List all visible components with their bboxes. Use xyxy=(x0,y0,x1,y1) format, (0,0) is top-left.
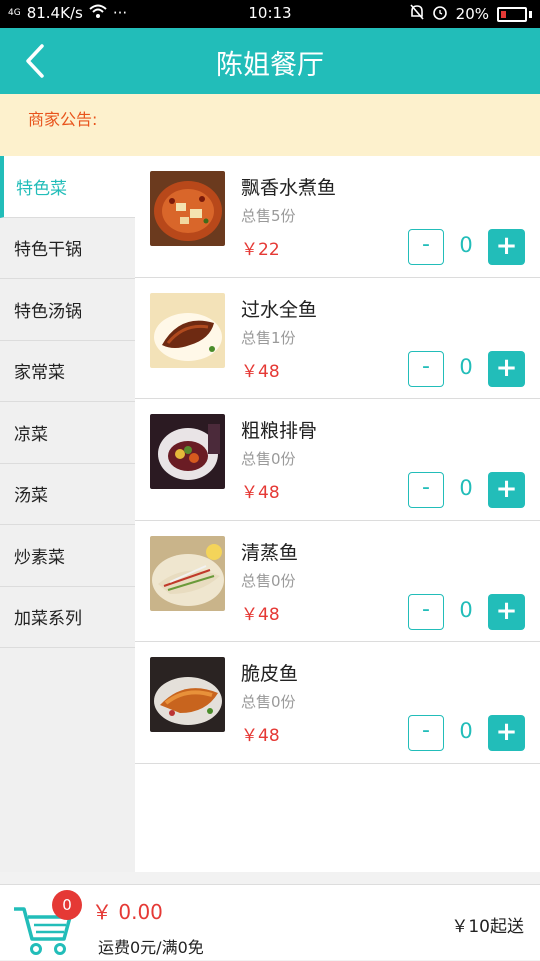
increase-button[interactable]: + xyxy=(488,350,525,387)
dish-price: ￥48 xyxy=(241,483,280,503)
increase-button[interactable]: + xyxy=(488,715,525,751)
dish-sold-count: 总售0份 xyxy=(241,693,296,711)
dish-price: ￥22 xyxy=(241,240,280,260)
category-item-特色干锅[interactable]: 特色干锅 xyxy=(0,218,135,279)
dish-quantity: 0 xyxy=(459,476,473,500)
category-item-特色菜[interactable]: 特色菜 xyxy=(0,156,135,218)
battery-icon xyxy=(497,6,527,22)
dish-item: 过水全鱼 总售1份 ￥48 - 0 + xyxy=(135,278,540,399)
dish-photo[interactable] xyxy=(150,292,225,368)
dish-name: 脆皮鱼 xyxy=(241,663,299,685)
merchant-notice-label: 商家公告: xyxy=(28,110,98,129)
dish-quantity: 0 xyxy=(459,233,473,257)
dish-sold-count: 总售0份 xyxy=(241,571,296,590)
decrease-button[interactable]: - xyxy=(408,350,444,387)
category-item-凉菜[interactable]: 凉菜 xyxy=(0,402,135,464)
dish-sold-count: 总售0份 xyxy=(241,450,296,468)
page-title: 陈姐餐厅 xyxy=(216,50,324,81)
dish-sold-count: 总售1份 xyxy=(241,328,296,347)
dish-quantity: 0 xyxy=(459,719,473,743)
delivery-fee: 运费0元/满0免 xyxy=(98,938,204,957)
dish-item: 飘香水煮鱼 总售5份 ￥22 - 0 + xyxy=(135,156,540,278)
merchant-notice: 商家公告: xyxy=(0,94,540,156)
dish-sold-count: 总售5份 xyxy=(241,207,296,225)
dish-name: 清蒸鱼 xyxy=(241,541,299,564)
status-right: 20% xyxy=(410,4,532,24)
minimum-order[interactable]: ￥10起送 xyxy=(451,912,524,937)
dish-quantity: 0 xyxy=(459,354,473,379)
dish-name: 粗粮排骨 xyxy=(241,420,318,442)
decrease-button[interactable]: - xyxy=(408,715,444,751)
category-item-家常菜[interactable]: 家常菜 xyxy=(0,341,135,402)
dish-price: ￥48 xyxy=(241,361,280,382)
dish-photo[interactable] xyxy=(150,535,225,611)
cart-count-badge: 0 xyxy=(52,890,82,920)
dish-price: ￥48 xyxy=(241,726,280,746)
alarm-icon xyxy=(432,4,448,24)
dish-price: ￥48 xyxy=(241,604,280,625)
decrease-button[interactable]: - xyxy=(408,229,444,265)
dish-list: 飘香水煮鱼 总售5份 ￥22 - 0 + 过水全鱼 总售1份 ￥48 - 0 +… xyxy=(135,156,540,872)
status-bar: 4G 81.4K/s ··· 10:13 20% xyxy=(0,0,540,28)
dish-item: 清蒸鱼 总售0份 ￥48 - 0 + xyxy=(135,521,540,642)
category-item-炒素菜[interactable]: 炒素菜 xyxy=(0,525,135,587)
category-item-汤菜[interactable]: 汤菜 xyxy=(0,464,135,525)
battery-percent: 20% xyxy=(455,5,489,23)
dish-name: 飘香水煮鱼 xyxy=(241,177,337,199)
dish-photo[interactable] xyxy=(150,171,225,246)
decrease-button[interactable]: - xyxy=(408,472,444,508)
dish-quantity: 0 xyxy=(459,597,473,622)
cart-total: ￥ 0.00 xyxy=(92,900,163,924)
increase-button[interactable]: + xyxy=(488,593,525,630)
category-item-特色汤锅[interactable]: 特色汤锅 xyxy=(0,279,135,341)
dish-photo[interactable] xyxy=(150,414,225,489)
increase-button[interactable]: + xyxy=(488,472,525,508)
increase-button[interactable]: + xyxy=(488,229,525,265)
cart-bar: 0 ￥ 0.00 运费0元/满0免 ￥10起送 xyxy=(0,884,540,960)
dish-photo[interactable] xyxy=(150,657,225,732)
mute-bell-icon xyxy=(410,4,424,24)
dish-name: 过水全鱼 xyxy=(241,298,318,321)
category-item-加菜系列[interactable]: 加菜系列 xyxy=(0,587,135,648)
dish-item: 粗粮排骨 总售0份 ￥48 - 0 + xyxy=(135,399,540,521)
app-header: 陈姐餐厅 xyxy=(0,28,540,94)
category-sidebar: 特色菜 特色干锅 特色汤锅 家常菜 凉菜 汤菜 炒素菜 加菜系列 xyxy=(0,156,135,872)
battery-tip-icon xyxy=(529,10,532,18)
decrease-button[interactable]: - xyxy=(408,593,444,630)
dish-item: 脆皮鱼 总售0份 ￥48 - 0 + xyxy=(135,642,540,764)
